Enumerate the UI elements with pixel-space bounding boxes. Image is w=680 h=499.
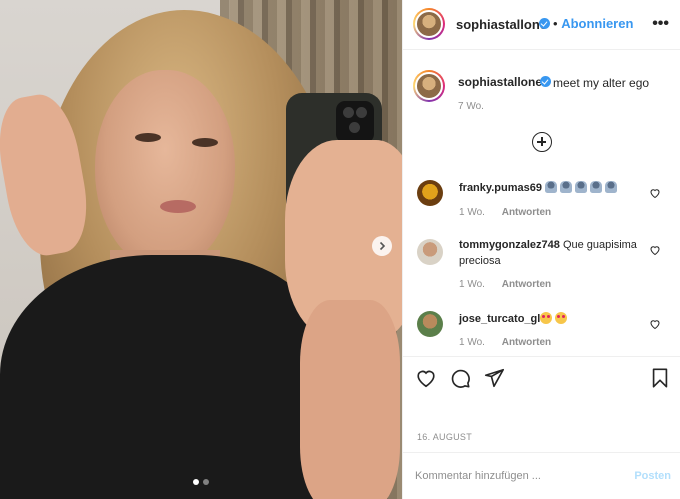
carousel-indicator [0,479,402,485]
comment-username[interactable]: jose_turcato_gl [459,313,540,325]
post-header: sophiastallone • Abonnieren ••• [403,0,680,50]
comment-heart-icon[interactable] [649,187,661,199]
commenter-avatar[interactable] [417,311,443,337]
more-options-icon[interactable]: ••• [652,15,669,33]
comment-input[interactable] [415,465,615,487]
comment-time[interactable]: 1 Wo. [459,279,485,290]
comment-username[interactable]: franky.pumas69 [459,182,542,194]
carousel-dot [203,479,209,485]
comment-emojis [545,181,620,194]
reply-button[interactable]: Antworten [502,337,551,348]
comment-body: tommygonzalez748 Que guapisima preciosa [459,237,649,269]
comment-meta: 1 Wo. Antworten [459,279,565,290]
heart-eyes-emoji-icon [540,312,553,324]
comment-username[interactable]: tommygonzalez748 [459,239,560,251]
follow-group: • Abonnieren [553,16,633,31]
comment-time[interactable]: 1 Wo. [459,337,485,348]
heart-icon[interactable] [415,367,437,389]
verified-badge-icon [539,18,550,29]
comment-heart-icon[interactable] [649,244,661,256]
verified-badge-icon [540,76,551,87]
share-icon[interactable] [483,367,505,389]
photo-eye [192,138,218,147]
avatar[interactable] [413,70,445,102]
comment-icon[interactable] [449,367,471,389]
reply-button[interactable]: Antworten [502,207,551,218]
post-photo[interactable] [0,0,402,499]
post-comment-button[interactable]: Posten [634,470,671,482]
caption-username[interactable]: sophiastallone [458,75,542,89]
post-side-panel: sophiastallone • Abonnieren ••• sophiast… [402,0,680,499]
caption-text: meet my alter ego [553,76,650,90]
carousel-dot-active [193,479,199,485]
folded-hands-emoji-icon [545,181,558,193]
photo-phone-camera [336,101,374,143]
avatar[interactable] [413,8,445,40]
comment-heart-icon[interactable] [649,318,661,330]
post-actions [403,356,680,400]
bookmark-icon[interactable] [649,367,671,389]
photo-face [95,70,235,270]
comment-meta: 1 Wo. Antworten [459,207,565,218]
commenter-avatar[interactable] [417,180,443,206]
separator-dot: • [553,16,558,31]
add-comment-bar: Posten [403,452,680,499]
commenter-avatar[interactable] [417,239,443,265]
reply-button[interactable]: Antworten [502,279,551,290]
folded-hands-emoji-icon [605,181,618,193]
folded-hands-emoji-icon [575,181,588,193]
post-username[interactable]: sophiastallone [456,17,547,32]
follow-button[interactable]: Abonnieren [561,16,633,31]
photo-eye [135,133,161,142]
add-circle-icon[interactable] [532,132,552,152]
folded-hands-emoji-icon [590,181,603,193]
heart-eyes-emoji-icon [555,312,568,324]
comment-body: jose_turcato_gl [459,311,649,327]
photo-arm [300,300,400,499]
comment-time[interactable]: 1 Wo. [459,207,485,218]
post-date[interactable]: 16. AUGUST [417,432,472,442]
comment-meta: 1 Wo. Antworten [459,337,565,348]
next-arrow-icon[interactable] [372,236,392,256]
photo-shirt [0,255,330,499]
comment-body: franky.pumas69 [459,180,649,196]
folded-hands-emoji-icon [560,181,573,193]
photo-lips [160,200,196,213]
caption-time[interactable]: 7 Wo. [458,101,484,112]
